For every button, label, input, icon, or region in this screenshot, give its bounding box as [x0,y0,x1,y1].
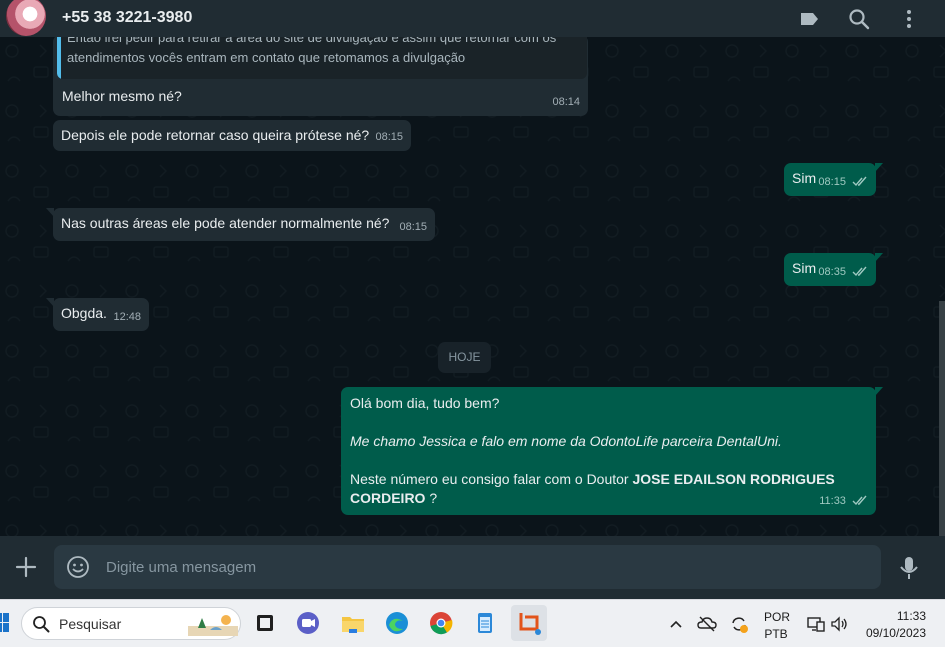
message-text: Nas outras áreas ele pode atender normal… [61,215,390,231]
message-input[interactable] [104,545,864,589]
message-text: Melhor mesmo né? [62,88,182,104]
message-text: Sim [792,170,817,186]
message-bubble-incoming[interactable]: Então irei pedir para retirar a área do … [53,37,588,116]
task-view-icon[interactable] [251,609,279,637]
message-bubble-incoming[interactable]: Depois ele pode retornar caso queira pró… [53,120,411,151]
chat-header[interactable]: +55 38 3221-3980 [0,0,945,37]
message-text: Obgda. [61,305,107,321]
file-explorer-icon[interactable] [339,609,367,637]
message-meta: 08:35 [818,263,868,282]
system-clock[interactable]: 11:33 09/10/2023 [862,609,926,640]
chrome-browser-icon[interactable] [427,609,455,637]
menu-kebab-icon[interactable] [897,7,921,31]
chat-scrollbar-thumb[interactable] [939,301,945,536]
clock-time: 11:33 [896,609,926,623]
search-icon[interactable] [847,7,871,31]
windows-start-icon[interactable] [0,612,10,634]
search-highlight-illustration-icon [188,615,238,636]
message-line-introduction: Me chamo Jessica e falo em nome da Odont… [350,433,782,449]
snipping-tool-button[interactable] [511,605,547,641]
quoted-message[interactable]: Então irei pedir para retirar a área do … [57,37,587,79]
message-meta: 08:15 [818,173,868,192]
message-meta: 11:33 [819,492,868,511]
snipping-tool-icon [519,613,541,635]
message-bubble-outgoing[interactable]: Olá bom dia, tudo bem? Me chamo Jessica … [341,387,883,515]
message-time: 08:35 [818,266,846,278]
teams-meet-icon[interactable] [294,609,322,637]
onedrive-offline-icon[interactable] [697,614,717,634]
taskbar-search-label: Pesquisar [59,616,122,632]
message-bubble-outgoing[interactable]: Sim 08:35 [784,253,883,286]
message-line-question: Neste número eu consigo falar com o Dout… [350,470,867,489]
taskbar-search[interactable]: Pesquisar [21,607,241,640]
bubble-tail [46,298,54,307]
conversation-pane[interactable]: Então irei pedir para retirar a área do … [0,37,945,536]
message-time: 08:15 [399,221,427,233]
message-bubble-incoming[interactable]: Nas outras áreas ele pode atender normal… [46,208,435,241]
message-time: 08:15 [818,176,846,188]
windows-taskbar: Pesquisar POR PTB 11:33 09/10/2023 [0,599,945,647]
doctor-name-part1: JOSE EDAILSON RODRIGUES [632,471,835,487]
taskbar-search-icon [33,616,50,633]
contact-name[interactable]: +55 38 3221-3980 [62,9,192,27]
microphone-icon[interactable] [897,555,921,581]
notepad-icon[interactable] [471,609,499,637]
question-suffix: ? [425,490,438,506]
message-time: 08:15 [375,131,403,143]
message-line-question-cont: CORDEIRO ? [350,489,867,508]
question-prefix: Neste número eu consigo falar com o Dout… [350,471,633,487]
message-input-box[interactable] [54,545,881,589]
bubble-tail [46,208,54,217]
attach-plus-icon[interactable] [14,555,38,579]
language-code: POR [764,610,791,624]
message-text: Sim [792,260,817,276]
bubble-tail [875,387,883,396]
doctor-name-part2: CORDEIRO [350,490,426,506]
keyboard-layout-code: PTB [764,627,788,641]
quoted-text: Então irei pedir para retirar a área do … [67,37,557,65]
message-bubble-incoming[interactable]: Obgda. 12:48 [46,298,149,331]
show-hidden-icons-chevron-icon[interactable] [666,614,686,634]
message-time: 08:14 [552,96,580,108]
message-time: 11:33 [819,495,846,507]
volume-icon[interactable] [829,614,849,634]
quote-accent-bar [57,37,61,79]
message-time: 12:48 [113,311,141,323]
message-line-greeting: Olá bom dia, tudo bem? [350,395,500,411]
read-ticks-icon [852,266,867,277]
edge-browser-icon[interactable] [383,609,411,637]
network-icon[interactable] [806,614,826,634]
contact-avatar[interactable] [6,0,46,36]
label-icon[interactable] [797,7,821,31]
read-ticks-icon [852,495,867,506]
day-divider: HOJE [438,342,491,373]
bubble-tail [875,163,883,172]
input-language-indicator[interactable]: POR PTB [764,610,791,641]
message-text: Depois ele pode retornar caso queira pró… [61,127,370,143]
bubble-tail [875,253,883,262]
message-composer [0,536,945,599]
clock-date: 09/10/2023 [865,626,926,640]
emoji-icon[interactable] [66,555,90,579]
sync-warning-icon[interactable] [729,614,749,634]
read-ticks-icon [852,176,867,187]
message-bubble-outgoing[interactable]: Sim 08:15 [784,163,883,196]
